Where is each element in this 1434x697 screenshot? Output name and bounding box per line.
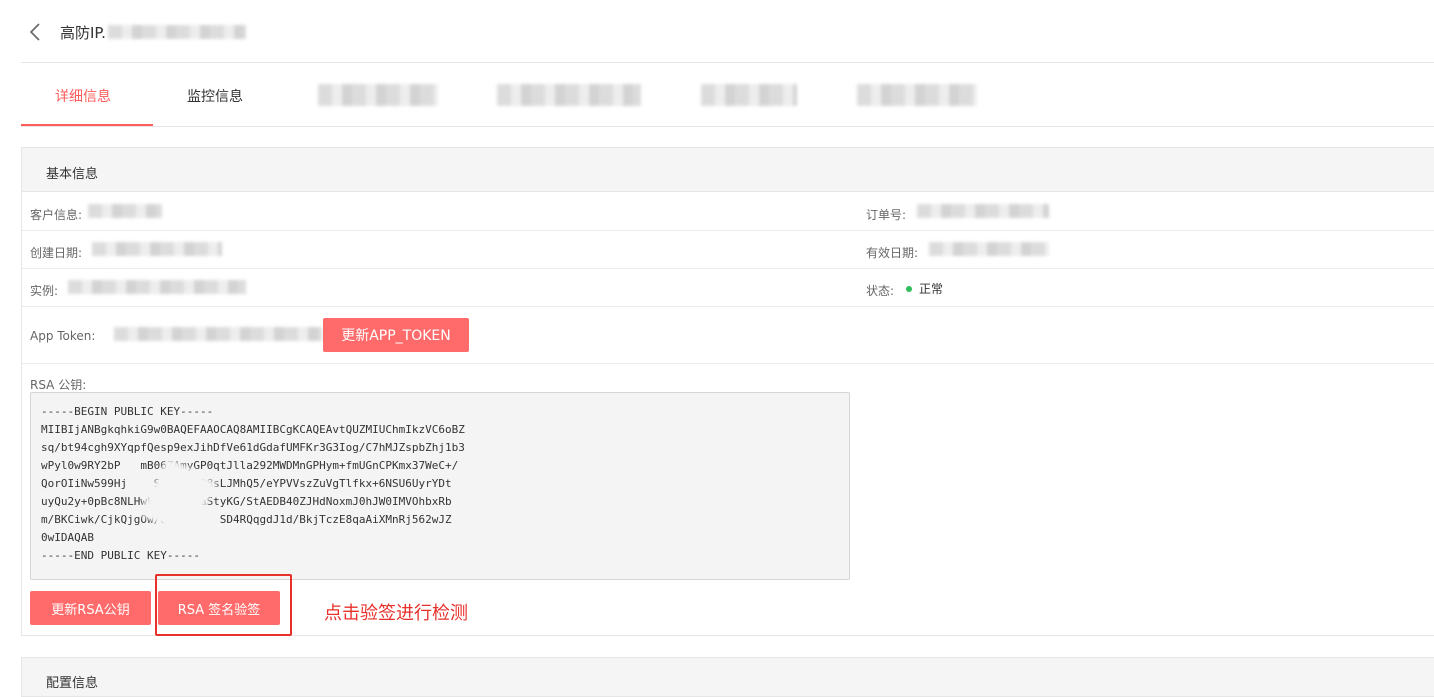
back-button[interactable] — [26, 20, 46, 44]
annotation-highlight-box — [155, 574, 292, 636]
row-divider — [22, 306, 1434, 307]
app-token-label: App Token: — [30, 329, 96, 343]
expire-date-label: 有效日期: — [866, 246, 919, 260]
row-divider — [22, 230, 1434, 231]
expire-date-redacted — [929, 242, 1049, 256]
basic-info-title: 基本信息 — [46, 167, 99, 182]
tab-redacted-4[interactable] — [857, 84, 977, 106]
config-info-title: 配置信息 — [46, 676, 99, 691]
order-value-redacted — [917, 204, 1049, 218]
tabs-divider — [21, 126, 1434, 127]
chevron-left-icon — [29, 23, 40, 41]
row-divider — [22, 363, 1434, 364]
instance-label: 实例: — [30, 284, 59, 298]
order-label: 订单号: — [866, 208, 907, 222]
page-title: 高防IP. — [60, 24, 106, 42]
tab-details[interactable]: 详细信息 — [55, 86, 111, 106]
status-dot-icon — [906, 286, 912, 292]
tab-redacted-3[interactable] — [701, 84, 797, 106]
tab-monitoring[interactable]: 监控信息 — [187, 86, 243, 106]
rsa-key-label: RSA 公钥: — [30, 378, 87, 392]
annotation-text: 点击验签进行检测 — [324, 603, 468, 624]
status-value: 正常 — [919, 282, 944, 296]
created-date-redacted — [92, 242, 222, 256]
status-label: 状态: — [866, 284, 895, 298]
basic-info-header: 基本信息 — [22, 148, 1434, 192]
header-divider — [21, 62, 1434, 63]
customer-value-redacted — [88, 204, 162, 218]
update-app-token-button[interactable]: 更新APP_TOKEN — [323, 318, 469, 352]
redacted-ip — [108, 25, 246, 39]
basic-info-panel: 基本信息 客户信息: 订单号: 创建日期: 有效日期: 实例: 状态: 正常 A… — [21, 147, 1434, 636]
instance-value-redacted — [68, 280, 246, 294]
page-header: 高防IP. — [0, 0, 1434, 62]
tab-redacted-1[interactable] — [318, 84, 438, 106]
config-info-header: 配置信息 — [21, 657, 1434, 697]
row-divider — [22, 268, 1434, 269]
customer-label: 客户信息: — [30, 208, 83, 222]
app-token-redacted — [114, 327, 322, 341]
created-date-label: 创建日期: — [30, 246, 83, 260]
update-rsa-key-button[interactable]: 更新RSA公钥 — [30, 591, 151, 625]
tab-redacted-2[interactable] — [497, 84, 641, 106]
